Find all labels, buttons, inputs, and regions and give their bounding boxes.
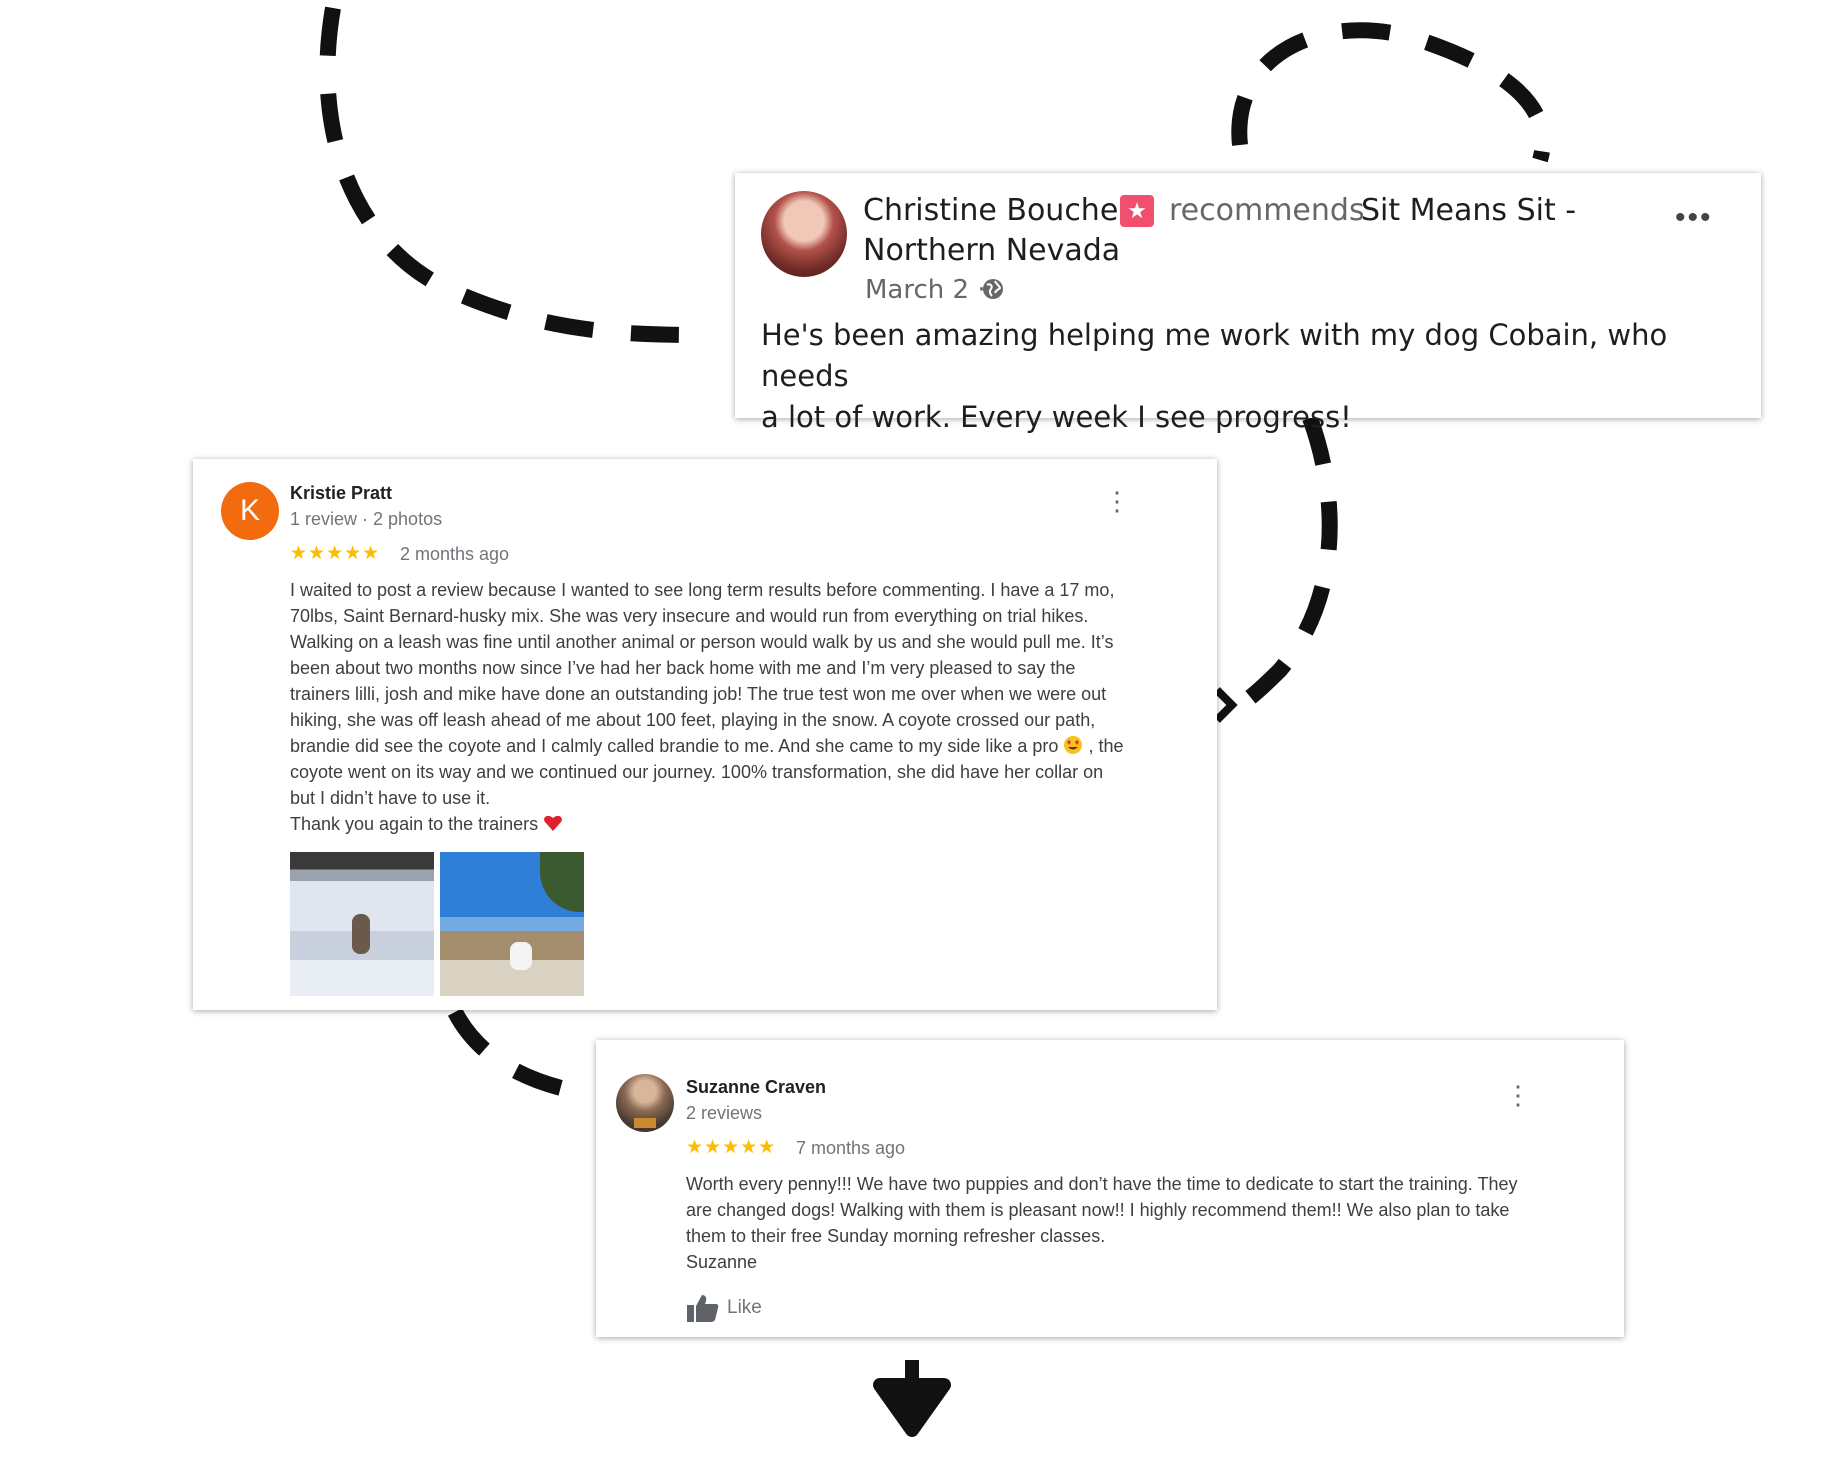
page-name-link[interactable]: Sit Means Sit - [1361, 193, 1576, 228]
review-line: but I didn’t have to use it. [290, 788, 491, 808]
top-fan-badge-icon: ★ [1120, 195, 1154, 227]
review-line: Walking on a leash was fine until anothe… [290, 632, 1114, 652]
review-line: been about two months now since I’ve had… [290, 658, 1076, 678]
avatar-sign-detail [634, 1118, 656, 1128]
post-text: He's been amazing helping me work with m… [761, 315, 1721, 438]
tree-figure [540, 852, 584, 912]
post-date[interactable]: March 2 · [865, 275, 986, 305]
review-menu-icon[interactable]: ⋮ [1505, 1082, 1531, 1108]
christine-avatar[interactable] [761, 191, 847, 277]
review-line-part: , the [1083, 736, 1124, 756]
google-review-card-kristie: K Kristie Pratt 1 review · 2 photos ★★★★… [193, 459, 1217, 1010]
dashed-line-bottom-connector [447, 1008, 597, 1103]
review-photo-snow-dog[interactable] [290, 852, 434, 996]
review-line: Thank you again to the trainers [290, 811, 1160, 837]
dog-figure [510, 942, 532, 970]
review-line: them to their free Sunday morning refres… [686, 1226, 1106, 1246]
review-line: Worth every penny!!! We have two puppies… [686, 1174, 1518, 1194]
arrow-down-icon [873, 1360, 951, 1437]
star-rating: ★★★★★ [290, 543, 381, 564]
review-line: are changed dogs! Walking with them is p… [686, 1200, 1510, 1220]
review-time: 2 months ago [400, 544, 510, 564]
kristie-avatar[interactable]: K [221, 482, 279, 540]
post-text-line: He's been amazing helping me work with m… [761, 318, 1668, 393]
review-line: trainers lilli, josh and mike have done … [290, 684, 1107, 704]
more-options-icon[interactable]: ••• [1675, 203, 1713, 233]
thumbs-up-icon[interactable] [686, 1293, 720, 1323]
review-time: 7 months ago [796, 1138, 906, 1158]
google-review-card-suzanne: Suzanne Craven 2 reviews ★★★★★ 7 months … [596, 1040, 1624, 1337]
reviewer-name[interactable]: Kristie Pratt [290, 483, 392, 504]
review-line: coyote went on its way and we continued … [290, 762, 1104, 782]
star-rating: ★★★★★ [686, 1137, 777, 1158]
review-line-part: Thank you again to the trainers [290, 814, 544, 834]
facebook-recommendation-card: Christine Boucher ★ recommends Sit Means… [735, 173, 1761, 434]
recommends-label: recommends [1169, 193, 1365, 228]
author-name[interactable]: Christine Boucher [863, 193, 1131, 228]
dashed-line-right-curve [1222, 415, 1338, 720]
review-line: brandie did see the coyote and I calmly … [290, 733, 1160, 759]
review-menu-icon[interactable]: ⋮ [1104, 488, 1130, 514]
like-button[interactable]: Like [727, 1297, 762, 1319]
dashed-line-left-loop [319, 6, 706, 343]
red-heart-icon [544, 815, 563, 831]
dashed-line-top-arc [1231, 22, 1551, 163]
reviewer-name[interactable]: Suzanne Craven [686, 1077, 826, 1098]
heart-eyes-emoji-icon [1064, 736, 1083, 754]
reviewer-meta: 2 reviews [686, 1103, 763, 1123]
review-photo-mountain-dog[interactable] [440, 852, 584, 996]
review-line: hiking, she was off leash ahead of me ab… [290, 710, 1096, 730]
reviewer-meta: 1 review · 2 photos [290, 509, 443, 529]
dog-figure [352, 914, 370, 954]
review-line-part: brandie did see the coyote and I calmly … [290, 736, 1064, 756]
post-text-line: a lot of work. Every week I see progress… [761, 400, 1352, 434]
review-line: I waited to post a review because I want… [290, 580, 1115, 600]
review-line: Suzanne [686, 1252, 758, 1272]
review-line: 70lbs, Saint Bernard-husky mix. She was … [290, 606, 1089, 626]
review-text: I waited to post a review because I want… [290, 577, 1160, 837]
globe-icon [983, 279, 1003, 299]
arrow-right-icon [1214, 687, 1238, 723]
review-text: Worth every penny!!! We have two puppies… [686, 1171, 1566, 1275]
page-name-link-continued[interactable]: Northern Nevada [863, 233, 1120, 268]
